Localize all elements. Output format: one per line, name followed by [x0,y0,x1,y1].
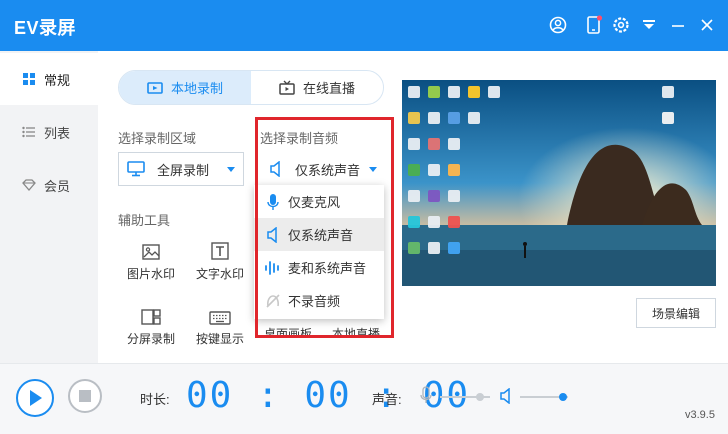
tool-label: 文字水印 [195,267,244,281]
tab-local-record[interactable]: 本地录制 [119,71,251,104]
tab-label: 在线直播 [302,81,355,96]
screen-preview [402,80,716,286]
app-title: EV录屏 [14,18,77,38]
record-area-label: 选择录制区域 [118,131,197,146]
grid-icon [20,70,38,88]
system-volume-knob[interactable] [559,393,567,401]
keyboard-icon [187,299,253,325]
sidebar-item-member[interactable]: 会员 [0,159,98,211]
scene-edit-button[interactable]: 场景编辑 [636,298,716,328]
version-label: v3.9.5 [685,409,715,421]
audio-option-label: 仅麦克风 [288,195,341,210]
sidebar-item-list[interactable]: 列表 [0,106,98,158]
hidden-tools-row: 桌面画板 本地直播 [264,325,384,337]
bottom-control-bar: 时长: 00 : 00 : 00 声音: v3.9.5 [0,363,728,434]
sidebar-item-label: 会员 [44,178,71,194]
tool-label: 分屏录制 [126,332,175,346]
tool-key-display[interactable]: 按键显示 [187,299,253,347]
chevron-down-icon [227,167,235,172]
title-bar: EV录屏 [0,0,728,51]
stop-icon [79,390,91,402]
audio-option-label: 麦和系统声音 [288,261,367,276]
diamond-icon [20,176,38,194]
tool-label: 按键显示 [195,332,244,346]
settings-icon[interactable] [610,14,632,36]
tool-label-local-live: 本地直播 [332,327,381,337]
audio-option-label: 不录音频 [288,294,341,309]
audio-value: 仅系统声音 [295,162,361,178]
chevron-down-icon [369,167,377,172]
tool-text-watermark[interactable]: 文字水印 [187,234,253,282]
volume-label: 声音: [372,392,402,407]
record-stop-button[interactable] [68,379,102,413]
microphone-icon[interactable] [420,386,432,404]
tool-label: 图片水印 [126,267,175,281]
mic-volume-knob[interactable] [476,393,484,401]
audio-option-mic-only[interactable]: 仅麦克风 [254,185,384,218]
image-icon [118,234,184,260]
audio-option-label: 仅系统声音 [288,228,354,243]
speaker-icon[interactable] [499,388,513,404]
duration-label: 时长: [140,392,170,407]
desktop-preview-image [402,80,716,286]
system-volume-slider[interactable] [520,393,568,401]
monitor-icon [127,161,145,177]
sound-wave-icon [262,260,284,276]
microphone-icon [262,193,284,211]
tab-live-stream[interactable]: 在线直播 [251,71,383,104]
phone-icon[interactable] [583,14,605,36]
sidebar-item-general[interactable]: 常规 [0,53,98,105]
audio-dropdown-menu: 仅麦克风 仅系统声音 麦和系统声音 不录音频 [254,185,384,319]
tool-split-screen[interactable]: 分屏录制 [118,299,184,347]
tv-icon [279,80,295,95]
speaker-icon [262,226,284,243]
record-area-select[interactable]: 全屏录制 [118,152,244,186]
tab-label: 本地录制 [170,81,223,96]
text-icon [187,234,253,260]
audio-option-none[interactable]: 不录音频 [254,284,384,317]
play-icon [30,390,42,406]
audio-label: 选择录制音频 [260,131,339,146]
split-screen-icon [118,299,184,325]
mute-icon [262,293,284,309]
sidebar: 常规 列表 会员 [0,51,98,363]
tool-image-watermark[interactable]: 图片水印 [118,234,184,282]
user-icon[interactable] [547,14,569,36]
record-area-value: 全屏录制 [157,162,210,178]
minimize-icon[interactable] [667,14,689,36]
tools-label: 辅助工具 [118,213,171,228]
menu-dropdown-icon[interactable] [638,14,660,36]
record-start-button[interactable] [16,379,54,417]
audio-select[interactable]: 仅系统声音 [260,152,386,186]
speaker-icon [269,161,283,177]
video-icon [147,81,163,95]
sidebar-item-label: 列表 [44,125,71,141]
list-icon [20,123,38,141]
sidebar-item-label: 常规 [44,72,71,88]
mic-volume-slider[interactable] [440,393,490,401]
audio-option-mic-and-system[interactable]: 麦和系统声音 [254,251,384,284]
tool-label-whiteboard: 桌面画板 [264,327,313,337]
mode-tabs: 本地录制 在线直播 [118,70,384,105]
audio-option-system-only[interactable]: 仅系统声音 [254,218,384,251]
close-icon[interactable] [696,14,718,36]
